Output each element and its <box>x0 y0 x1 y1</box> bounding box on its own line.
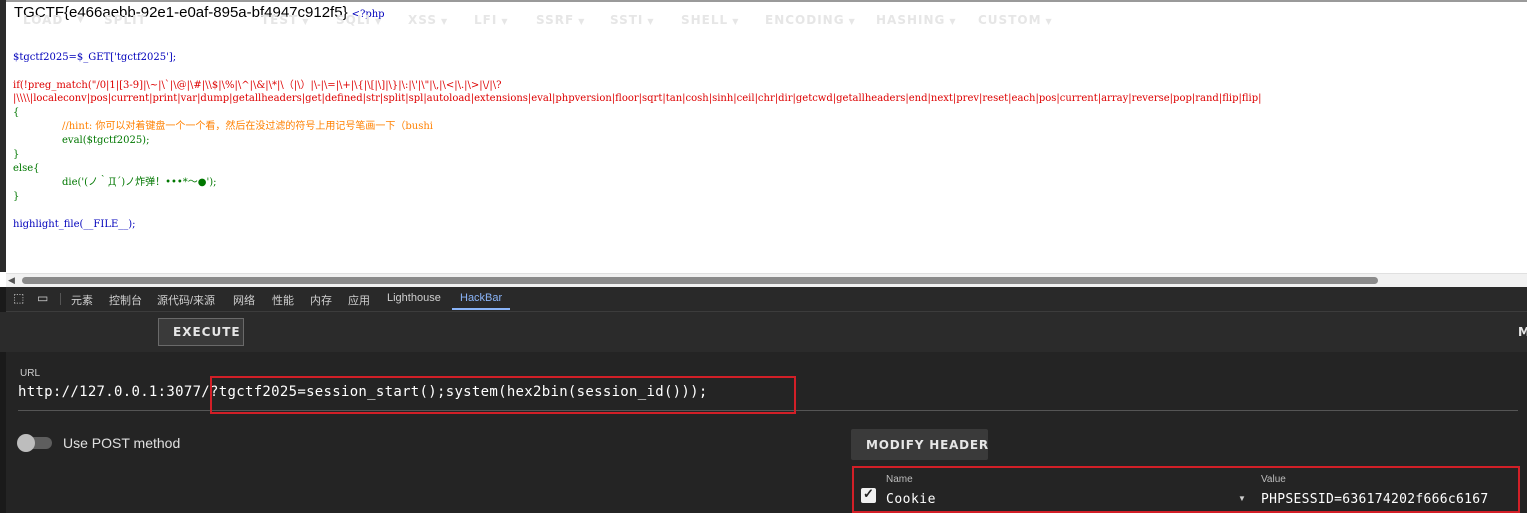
code-eval: eval($tgctf2025); <box>62 135 150 146</box>
tab-network[interactable]: 网络 <box>233 292 255 308</box>
code-line-if: if(!preg_match("/0|1|[3-9]|\~|\`|\@|\#|\… <box>13 80 502 91</box>
chevron-down-icon: ▼ <box>732 17 740 26</box>
scroll-left-icon[interactable]: ◀ <box>8 275 15 286</box>
chevron-down-icon: ▼ <box>647 17 655 26</box>
code-brace-open: { <box>13 107 20 118</box>
tab-lighthouse[interactable]: Lighthouse <box>387 292 441 304</box>
custom-menu[interactable]: CUSTOM ▼ <box>978 13 1053 27</box>
code-highlight-file: highlight_file(__FILE__); <box>13 219 136 230</box>
tab-sources[interactable]: 源代码/来源 <box>157 292 215 308</box>
flag-text: TGCTF{e466aebb-92e1-e0af-895a-bf4947c912… <box>14 4 385 21</box>
tab-hackbar[interactable]: HackBar <box>460 292 502 304</box>
xss-menu[interactable]: XSS ▼ <box>408 13 448 27</box>
chevron-down-icon: ▼ <box>949 17 957 26</box>
page-top-border <box>6 0 1527 2</box>
toggle-knob[interactable] <box>17 434 35 452</box>
encoding-menu[interactable]: ENCODING ▼ <box>765 13 856 27</box>
code-line-get: $tgctf2025=$_GET['tgctf2025']; <box>13 52 177 63</box>
ssrf-menu[interactable]: SSRF ▼ <box>536 13 585 27</box>
url-label: URL <box>20 368 41 379</box>
tab-performance[interactable]: 性能 <box>272 292 294 308</box>
load-button[interactable]: LOAD <box>23 13 63 27</box>
code-comment: //hint: 你可以对着键盘一个一个看，然后在没过滤的符号上用记号笔画一下（b… <box>62 121 433 132</box>
sqli-menu[interactable]: SQLI ▼ <box>336 13 382 27</box>
highlight-box-header <box>852 466 1520 513</box>
code-line-if-list: |\\\\|localeconv|pos|current|print|var|d… <box>13 93 1262 104</box>
code-brace-close: } <box>13 149 20 160</box>
window-left-edge <box>0 0 6 272</box>
load-dropdown-icon[interactable]: ▼ <box>77 15 85 25</box>
active-tab-indicator <box>452 308 510 310</box>
lfi-menu[interactable]: LFI ▼ <box>474 13 508 27</box>
chevron-down-icon: ▼ <box>441 17 449 26</box>
shell-menu[interactable]: SHELL ▼ <box>681 13 739 27</box>
test-menu[interactable]: TEST ▼ <box>261 13 309 27</box>
code-die: die('(ノ｀Д´)ノ炸弹！•••*～●'); <box>62 177 217 188</box>
chevron-down-icon: ▼ <box>501 17 509 26</box>
scrollbar-thumb[interactable] <box>22 277 1378 284</box>
post-method-label: Use POST method <box>63 435 181 451</box>
tab-console[interactable]: 控制台 <box>109 292 142 308</box>
chevron-down-icon: ▼ <box>302 17 310 26</box>
chevron-down-icon: ▼ <box>374 17 383 26</box>
device-toolbar-icon[interactable]: ▭ <box>37 291 48 305</box>
horizontal-scrollbar[interactable]: ◀ <box>6 273 1527 287</box>
modify-header-label[interactable]: MODIFY HEADER <box>866 438 989 452</box>
chevron-down-icon: ▼ <box>848 17 856 26</box>
chevron-down-icon: ▼ <box>578 17 586 26</box>
ssti-menu[interactable]: SSTI ▼ <box>610 13 655 27</box>
tab-elements[interactable]: 元素 <box>71 292 93 308</box>
tab-application[interactable]: 应用 <box>348 292 370 308</box>
code-else: else{ <box>13 163 40 174</box>
tab-separator <box>60 293 61 305</box>
url-base: http://127.0.0.1:3077/ <box>18 384 211 400</box>
highlight-box-url <box>210 376 796 414</box>
split-button[interactable]: SPLIT <box>104 13 147 27</box>
execute-label[interactable]: EXECUTE <box>173 325 241 339</box>
hashing-menu[interactable]: HASHING ▼ <box>876 13 957 27</box>
more-menu[interactable]: M <box>1518 325 1527 339</box>
page-content: TGCTF{e466aebb-92e1-e0af-895a-bf4947c912… <box>0 0 1527 272</box>
code-brace-close-2: } <box>13 191 20 202</box>
inspect-element-icon[interactable]: ⬚ <box>13 291 24 305</box>
chevron-down-icon: ▼ <box>1045 17 1053 26</box>
devtools-tabbar: ⬚ ▭ 元素 控制台 源代码/来源 网络 性能 内存 应用 Lighthouse… <box>0 287 1527 312</box>
tab-memory[interactable]: 内存 <box>310 292 332 308</box>
